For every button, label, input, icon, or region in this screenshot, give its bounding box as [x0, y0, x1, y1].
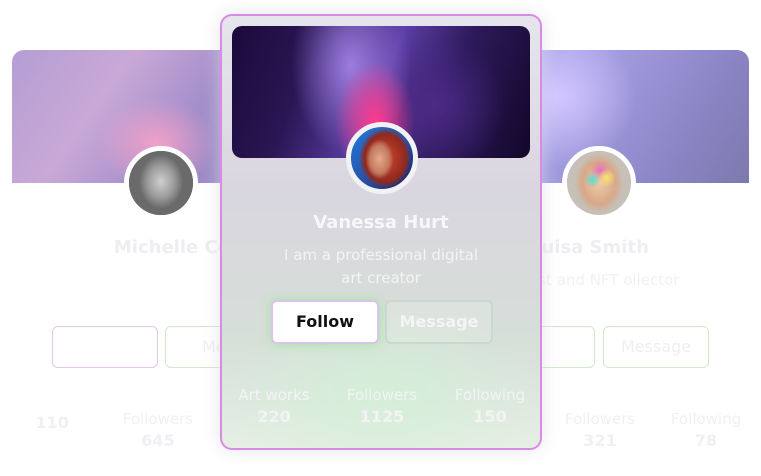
profile-description: I am a professional digital art creator — [284, 246, 478, 287]
message-button[interactable]: Message — [385, 300, 493, 344]
stat-label: Following — [670, 410, 742, 428]
follow-button[interactable] — [52, 326, 158, 368]
follow-button[interactable]: Follow — [271, 300, 379, 344]
message-button[interactable]: Message — [603, 326, 709, 368]
avatar[interactable] — [562, 146, 636, 220]
stat-value: 110 — [35, 413, 69, 432]
stat-item: Followers 1125 — [332, 386, 432, 426]
stat-label: Art works — [238, 386, 310, 404]
stat-item: Following 78 — [656, 410, 749, 450]
stat-value: 1125 — [359, 407, 405, 426]
stat-item: Followers 321 — [550, 410, 650, 450]
stat-value: 645 — [141, 431, 175, 450]
avatar[interactable] — [124, 146, 198, 220]
stat-value: 150 — [473, 407, 507, 426]
stat-label: Followers — [346, 386, 418, 404]
stat-label: Followers — [564, 410, 636, 428]
stat-item: 110 — [12, 410, 102, 432]
stat-item: Art works 220 — [224, 386, 324, 426]
stat-item: Following 150 — [440, 386, 540, 426]
stat-label: Followers — [122, 410, 194, 428]
stat-value: 78 — [694, 431, 718, 450]
avatar[interactable] — [346, 122, 418, 194]
profile-card-center: Vanessa Hurt I am a professional digital… — [220, 14, 542, 450]
stat-item: Followers 645 — [108, 410, 208, 450]
stat-value: 321 — [583, 431, 617, 450]
profile-name: Vanessa Hurt — [313, 212, 449, 233]
stat-value: 220 — [257, 407, 291, 426]
stat-label: Following — [454, 386, 526, 404]
